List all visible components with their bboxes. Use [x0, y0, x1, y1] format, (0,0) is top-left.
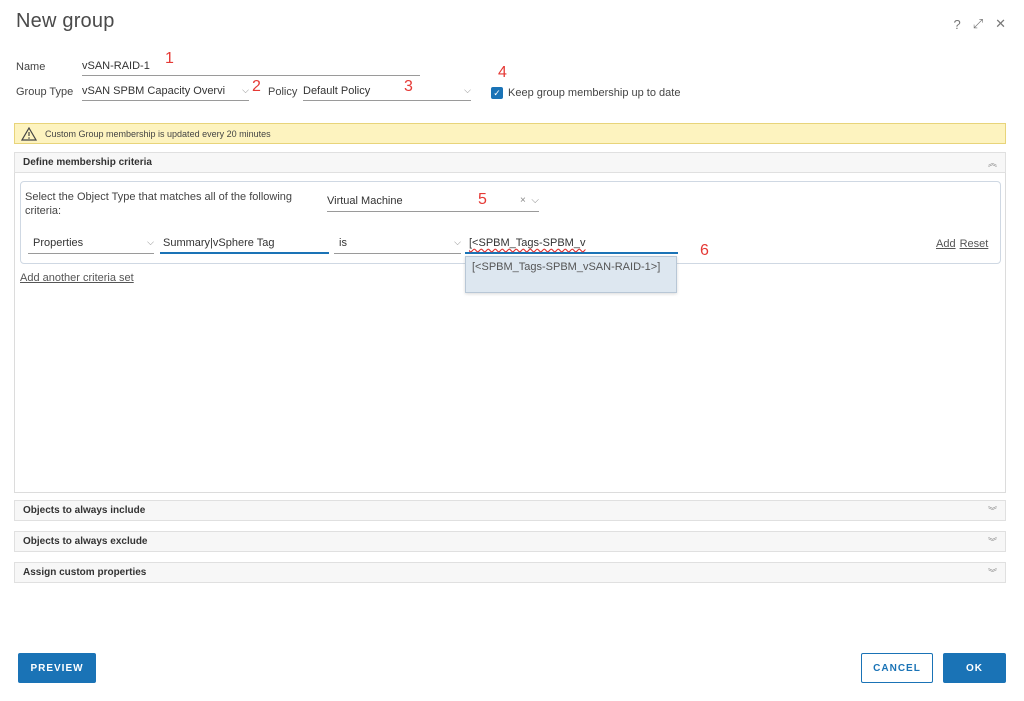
expand-icon[interactable]: ⤢: [973, 16, 983, 32]
group-type-select[interactable]: vSAN SPBM Capacity Overvi ⌵: [82, 85, 249, 101]
ok-button[interactable]: OK: [943, 653, 1006, 683]
value-suggestion-option[interactable]: [<SPBM_Tags-SPBM_vSAN-RAID-1>]: [465, 256, 677, 293]
object-type-select[interactable]: Virtual Machine × ⌵: [327, 195, 539, 212]
collapse-icon[interactable]: ︽: [988, 156, 997, 169]
value-text: [<SPBM_Tags-SPBM_v: [469, 237, 586, 249]
help-icon[interactable]: ?: [953, 17, 960, 32]
name-label: Name: [16, 61, 46, 73]
section-title: Objects to always exclude: [23, 536, 148, 547]
dialog-title: New group: [16, 10, 115, 32]
add-criteria-link[interactable]: Add: [936, 238, 956, 250]
name-input[interactable]: vSAN-RAID-1: [82, 60, 420, 76]
category-value: Properties: [33, 237, 84, 249]
expand-section-icon[interactable]: ︾: [988, 535, 997, 548]
preview-button[interactable]: PREVIEW: [18, 653, 96, 683]
warning-icon: [20, 126, 38, 141]
keep-membership-label: Keep group membership up to date: [508, 87, 681, 99]
annotation-1: 1: [165, 50, 174, 67]
add-criteria-set-link[interactable]: Add another criteria set: [20, 272, 134, 284]
section-title: Assign custom properties: [23, 567, 147, 578]
chevron-down-icon: ⌵: [242, 85, 249, 95]
expand-section-icon[interactable]: ︾: [988, 504, 997, 517]
warning-text: Custom Group membership is updated every…: [45, 128, 271, 139]
chevron-down-icon: ⌵: [464, 85, 471, 95]
group-type-label: Group Type: [16, 86, 74, 98]
annotation-2: 2: [252, 78, 261, 95]
always-exclude-header[interactable]: Objects to always exclude ︾: [14, 531, 1006, 552]
group-type-value: vSAN SPBM Capacity Overvi: [82, 85, 226, 97]
close-icon[interactable]: ✕: [995, 16, 1006, 32]
object-type-controls: × ⌵: [520, 195, 539, 208]
custom-properties-header[interactable]: Assign custom properties ︾: [14, 562, 1006, 583]
annotation-3: 3: [404, 78, 413, 95]
row-actions: Add Reset: [936, 238, 988, 250]
policy-label: Policy: [268, 86, 298, 98]
operator-select[interactable]: is ⌵: [334, 237, 461, 254]
policy-value: Default Policy: [303, 85, 371, 97]
annotation-4: 4: [498, 64, 507, 81]
object-type-value: Virtual Machine: [327, 195, 403, 207]
cancel-button[interactable]: CANCEL: [861, 653, 933, 683]
section-title: Objects to always include: [23, 505, 146, 516]
operator-value: is: [339, 237, 347, 249]
section-title: Define membership criteria: [23, 157, 152, 168]
clear-icon[interactable]: ×: [520, 195, 526, 206]
category-select[interactable]: Properties ⌵: [28, 237, 154, 254]
criteria-select-text: Select the Object Type that matches all …: [25, 191, 293, 217]
header-actions: ? ⤢ ✕: [953, 16, 1006, 32]
warning-banner: Custom Group membership is updated every…: [14, 123, 1006, 144]
chevron-down-icon: ⌵: [147, 237, 154, 247]
chevron-down-icon[interactable]: ⌵: [531, 195, 539, 206]
expand-section-icon[interactable]: ︾: [988, 566, 997, 579]
annotation-6: 6: [700, 242, 709, 259]
keep-membership-checkbox[interactable]: ✓: [491, 87, 503, 99]
chevron-down-icon: ⌵: [454, 237, 461, 247]
reset-criteria-link[interactable]: Reset: [960, 238, 989, 250]
value-input[interactable]: [<SPBM_Tags-SPBM_v: [465, 237, 678, 254]
annotation-5: 5: [478, 191, 487, 208]
property-input[interactable]: Summary|vSphere Tag: [160, 237, 329, 254]
policy-select[interactable]: Default Policy ⌵: [303, 85, 471, 101]
always-include-header[interactable]: Objects to always include ︾: [14, 500, 1006, 521]
define-criteria-header[interactable]: Define membership criteria ︽: [14, 152, 1006, 173]
